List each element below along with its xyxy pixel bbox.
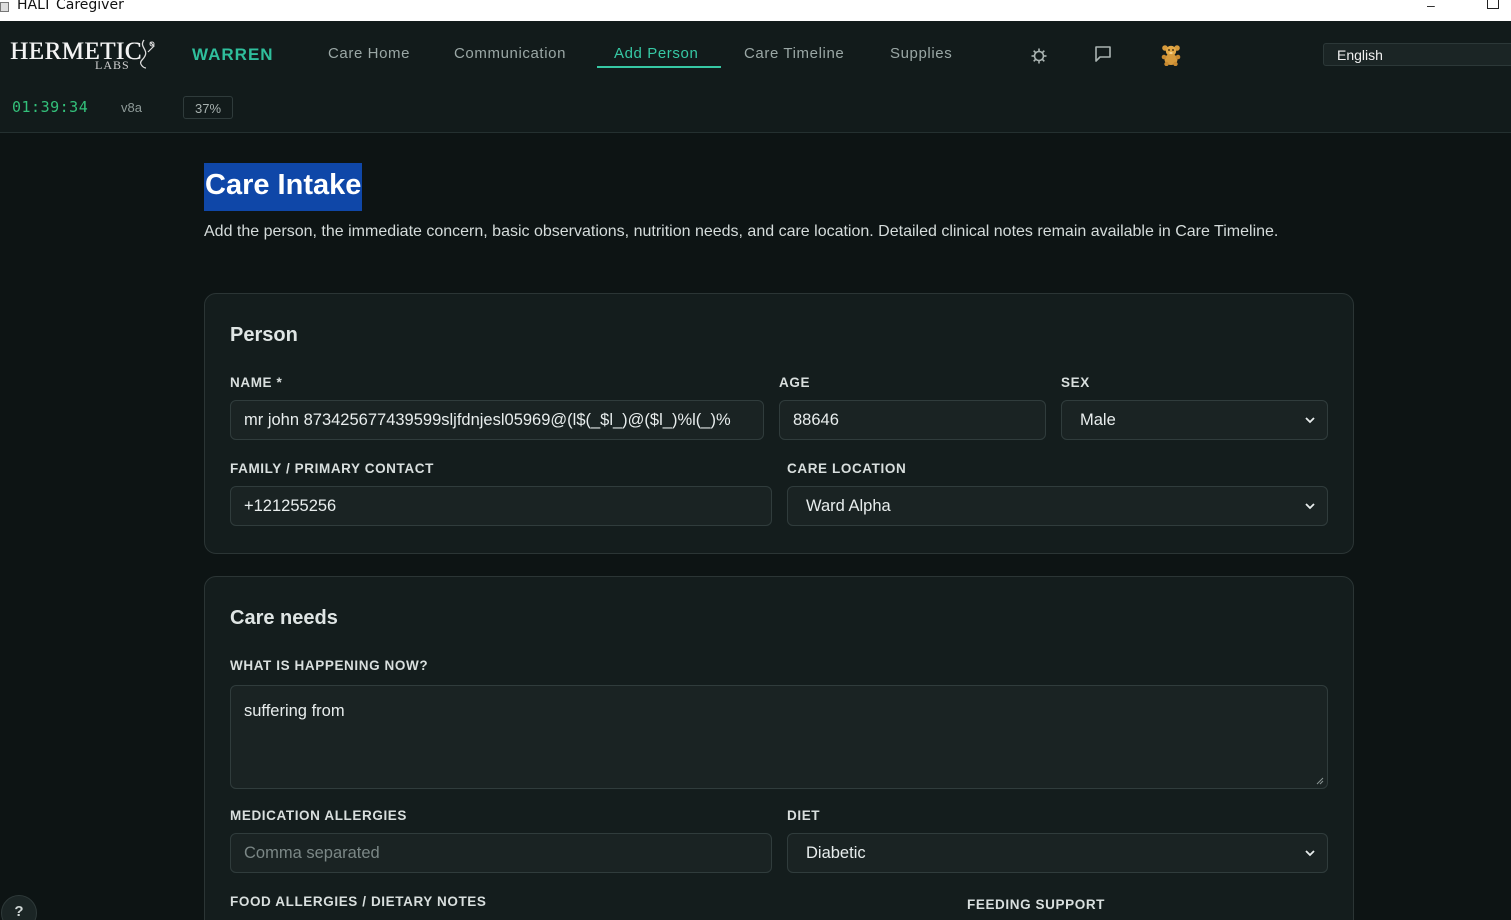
session-clock: 01:39:34 bbox=[12, 98, 89, 116]
diet-select[interactable]: Diabetic bbox=[787, 833, 1328, 873]
tab-communication[interactable]: Communication bbox=[454, 45, 566, 62]
person-card: Person NAME * mr john 873425677439599slj… bbox=[204, 293, 1354, 554]
feeding-support-label: FEEDING SUPPORT bbox=[967, 897, 1106, 912]
logo-caduceus-icon bbox=[140, 39, 155, 69]
window-title: HALT Caregiver bbox=[17, 0, 124, 13]
version-label: v8a bbox=[121, 100, 142, 115]
care-needs-heading: Care needs bbox=[230, 607, 338, 629]
sex-label: SEX bbox=[1061, 375, 1090, 390]
minimize-button[interactable]: – bbox=[1427, 0, 1435, 13]
help-button[interactable]: ? bbox=[1, 895, 37, 920]
sex-select-value: Male bbox=[1080, 410, 1116, 429]
hermetic-labs-logo[interactable]: HERMETIC LABS bbox=[10, 38, 160, 74]
maximize-button[interactable] bbox=[1487, 0, 1499, 9]
contact-input[interactable]: +121255256 bbox=[230, 486, 772, 526]
page-title: Care Intake bbox=[204, 163, 363, 211]
care-location-label: CARE LOCATION bbox=[787, 461, 907, 476]
window-titlebar: HALT Caregiver – bbox=[0, 0, 1511, 21]
diet-value: Diabetic bbox=[806, 843, 866, 862]
progress-badge: 37% bbox=[183, 96, 233, 119]
name-label: NAME * bbox=[230, 375, 283, 390]
app-header: HERMETIC LABS WARREN Care Home Communica… bbox=[0, 21, 1511, 133]
tab-care-timeline[interactable]: Care Timeline bbox=[744, 45, 844, 62]
tab-care-home[interactable]: Care Home bbox=[328, 45, 410, 62]
language-select[interactable]: English bbox=[1323, 43, 1511, 66]
app-icon bbox=[0, 2, 9, 12]
chat-icon[interactable] bbox=[1093, 44, 1113, 64]
diet-label: DIET bbox=[787, 808, 821, 823]
logo-subtitle: LABS bbox=[95, 58, 130, 72]
medication-allergies-label: MEDICATION ALLERGIES bbox=[230, 808, 407, 823]
medication-allergies-input[interactable]: Comma separated bbox=[230, 833, 772, 873]
resize-grip-icon[interactable] bbox=[1316, 777, 1324, 785]
teddy-bear-icon[interactable] bbox=[1160, 44, 1182, 67]
care-location-value: Ward Alpha bbox=[806, 496, 891, 515]
contact-label: FAMILY / PRIMARY CONTACT bbox=[230, 461, 434, 476]
food-allergies-label: FOOD ALLERGIES / DIETARY NOTES bbox=[230, 894, 487, 909]
person-heading: Person bbox=[230, 324, 298, 346]
age-input[interactable]: 88646 bbox=[779, 400, 1046, 440]
user-name[interactable]: WARREN bbox=[192, 45, 274, 65]
happening-label: WHAT IS HAPPENING NOW? bbox=[230, 658, 429, 673]
happening-text: suffering from bbox=[244, 702, 345, 720]
sex-select[interactable]: Male bbox=[1061, 400, 1328, 440]
page-description: Add the person, the immediate concern, b… bbox=[204, 223, 1279, 240]
care-needs-card: Care needs WHAT IS HAPPENING NOW? suffer… bbox=[204, 576, 1354, 920]
chevron-down-icon bbox=[1305, 417, 1315, 424]
tab-supplies[interactable]: Supplies bbox=[890, 45, 952, 62]
age-label: AGE bbox=[779, 375, 811, 390]
chevron-down-icon bbox=[1305, 503, 1315, 510]
happening-textarea[interactable]: suffering from bbox=[230, 685, 1328, 789]
chevron-down-icon bbox=[1305, 850, 1315, 857]
gear-icon[interactable] bbox=[1029, 46, 1049, 66]
care-location-select[interactable]: Ward Alpha bbox=[787, 486, 1328, 526]
name-input[interactable]: mr john 873425677439599sljfdnjesl05969@(… bbox=[230, 400, 764, 440]
tab-add-person[interactable]: Add Person bbox=[614, 45, 698, 62]
active-tab-indicator bbox=[597, 66, 721, 68]
